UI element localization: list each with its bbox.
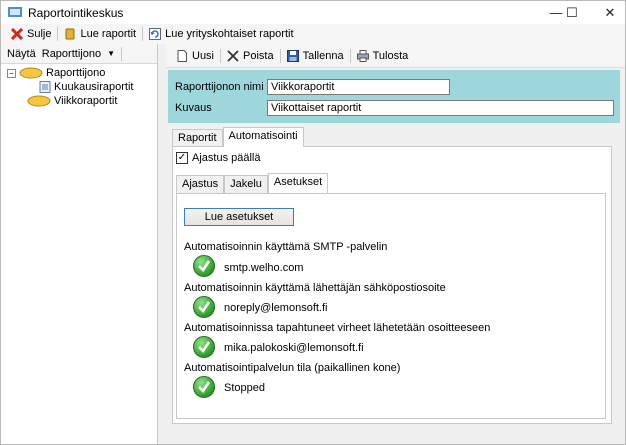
window-title: Raportointikeskus [28, 6, 124, 20]
delete-icon [227, 49, 239, 62]
new-label: Uusi [192, 49, 215, 62]
main-toolbar: Sulje Lue raportit Lue yrityskohtaiset r… [1, 24, 625, 44]
errors-label: Automatisoinnissa tapahtuneet virheet lä… [184, 322, 491, 334]
description-label: Kuvaus [175, 102, 212, 114]
schedule-checkbox-label: Ajastus päällä [192, 152, 261, 164]
close-button[interactable]: Sulje [7, 25, 55, 43]
checkmark-icon: ✓ [176, 152, 188, 164]
printer-icon [356, 49, 369, 62]
toolbar-separator [121, 46, 122, 61]
settings-panel: Lue asetukset Automatisoinnin käyttämä S… [176, 193, 606, 419]
tree-root-label: Raporttijono [46, 67, 106, 79]
main-tabs: Raportit Automatisointi [172, 127, 304, 147]
status-ok-icon [193, 296, 215, 318]
sub-tabs: Ajastus Jakelu Asetukset [176, 173, 329, 193]
print-label: Tulosta [372, 49, 409, 62]
smtp-value: smtp.welho.com [224, 262, 304, 274]
service-status-value: Stopped [224, 382, 265, 394]
status-ok-icon [193, 255, 215, 277]
toolbar-separator [349, 48, 351, 63]
company-reports-button[interactable]: Lue yrityskohtaiset raportit [145, 25, 297, 43]
close-x-icon [11, 28, 23, 40]
title-bar: Raportointikeskus — ☐ ✕ [1, 1, 625, 24]
new-document-icon [177, 49, 187, 62]
expander-icon[interactable]: − [7, 68, 16, 78]
service-status-label: Automatisointipalvelun tila (paikallinen… [184, 362, 401, 374]
folder-cylinder-icon [27, 95, 51, 107]
document-icon [39, 81, 51, 93]
delete-label: Poista [243, 49, 274, 62]
show-label: Näytä [7, 47, 36, 60]
tree-item-label: Kuukausiraportit [54, 81, 134, 93]
status-ok-icon [193, 336, 215, 358]
read-settings-button[interactable]: Lue asetukset [184, 208, 294, 226]
tab-asetukset[interactable]: Asetukset [267, 173, 329, 193]
sender-value: noreply@lemonsoft.fi [224, 302, 328, 314]
save-button[interactable]: Tallenna [283, 47, 348, 65]
left-panel: Näytä Raporttijono ▼ − Raporttijono Kuuk… [1, 44, 158, 444]
dropdown-arrow-icon: ▼ [107, 49, 115, 58]
left-toolbar: Näytä Raporttijono ▼ [1, 44, 157, 64]
queue-dropdown[interactable]: Raporttijono ▼ [42, 48, 115, 60]
save-label: Tallenna [302, 49, 344, 62]
app-icon [8, 7, 22, 17]
schedule-checkbox[interactable]: ✓ Ajastus päällä [176, 152, 261, 164]
status-ok-icon [193, 376, 215, 398]
queue-dropdown-label: Raporttijono [41, 47, 102, 60]
toolbar-separator [279, 48, 281, 63]
right-panel: Uusi Poista Tallenna Tulosta Raporttijon… [164, 44, 625, 444]
tab-raportit[interactable]: Raportit [172, 129, 223, 147]
close-label: Sulje [27, 28, 52, 40]
name-field[interactable]: Viikkoraportit [267, 79, 450, 95]
sender-label: Automatisoinnin käyttämä lähettäjän sähk… [184, 282, 446, 294]
name-label: Raporttijonon nimi [175, 81, 264, 93]
smtp-label: Automatisoinnin käyttämä SMTP -palvelin [184, 241, 388, 253]
read-reports-button[interactable]: Lue raportit [60, 25, 140, 43]
delete-button[interactable]: Poista [223, 47, 278, 65]
read-reports-label: Lue raportit [80, 28, 137, 40]
tree-item-label: Viikkoraportit [54, 95, 118, 107]
app-window: Raportointikeskus — ☐ ✕ Sulje Lue raport… [0, 0, 626, 445]
description-field[interactable]: Viikottaiset raportit [267, 100, 614, 116]
tab-jakelu[interactable]: Jakelu [224, 175, 268, 193]
tree-item-viikkoraportit[interactable]: Viikkoraportit [27, 95, 117, 107]
automation-tab-panel: ✓ Ajastus päällä Ajastus Jakelu Asetukse… [172, 146, 612, 424]
toolbar-separator [142, 27, 144, 41]
tree-item-kuukausiraportit[interactable]: Kuukausiraportit [39, 81, 134, 93]
queue-header: Raporttijonon nimi Viikkoraportit Kuvaus… [168, 70, 620, 123]
company-reports-label: Lue yrityskohtaiset raportit [165, 28, 294, 40]
new-button[interactable]: Uusi [172, 47, 218, 65]
close-window-button[interactable]: ✕ [587, 1, 626, 24]
refresh-icon [149, 28, 162, 40]
right-toolbar: Uusi Poista Tallenna Tulosta [166, 44, 625, 68]
toolbar-separator [220, 48, 222, 63]
tab-automatisointi[interactable]: Automatisointi [222, 127, 304, 147]
tree-root[interactable]: − Raporttijono [7, 67, 105, 79]
tab-ajastus[interactable]: Ajastus [176, 175, 225, 193]
folder-cylinder-icon [19, 67, 43, 79]
floppy-disk-icon [286, 49, 299, 62]
print-button[interactable]: Tulosta [353, 47, 413, 65]
toolbar-separator [57, 27, 59, 41]
errors-value: mika.palokoski@lemonsoft.fi [224, 342, 364, 354]
report-bin-icon [65, 28, 75, 40]
